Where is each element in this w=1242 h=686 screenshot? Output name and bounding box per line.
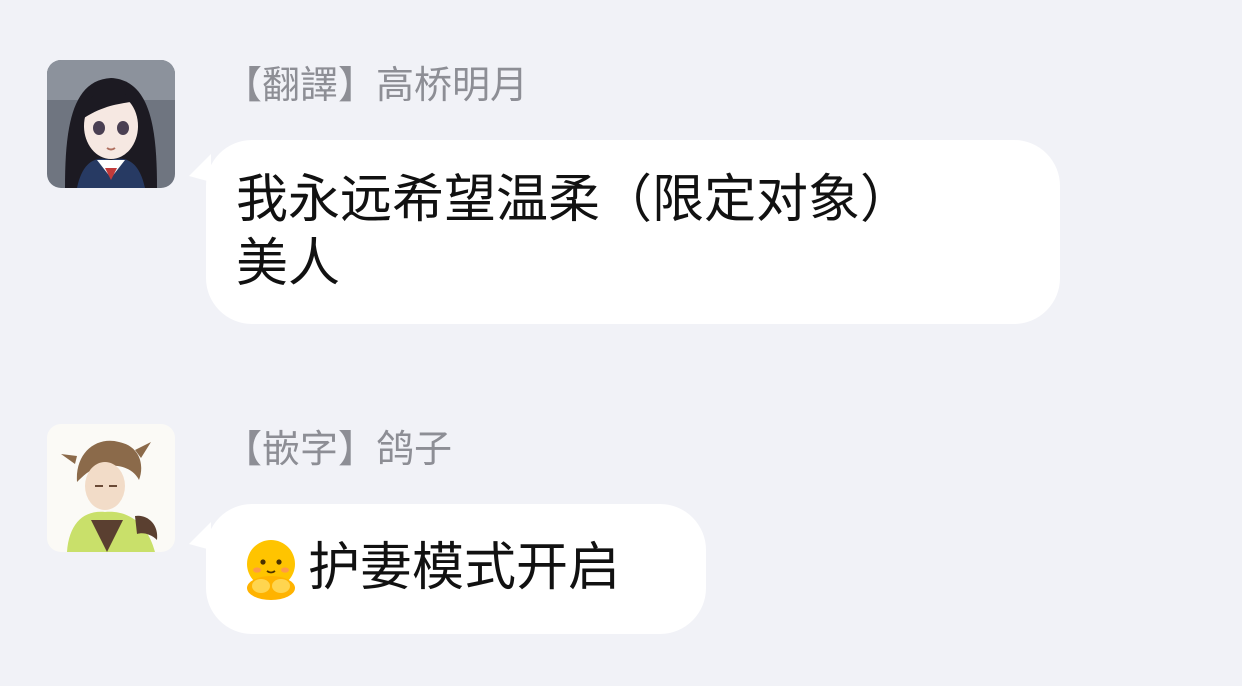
message-text: 护妻模式开启 [308, 538, 621, 598]
shy-emoji-icon [247, 540, 295, 600]
sender-name[interactable]: 鸽子 [376, 427, 452, 471]
role-tag: 【嵌字】 [224, 427, 377, 471]
message-bubble[interactable]: 我永远希望温柔（限定对象） 美人 [206, 140, 1060, 324]
sender-label: 【翻譯】高桥明月 [224, 66, 528, 104]
avatar[interactable] [47, 424, 175, 552]
anime-boy-avatar-icon [47, 424, 175, 552]
avatar[interactable] [47, 60, 175, 188]
role-tag: 【翻譯】 [224, 63, 377, 107]
message-text-line: 我永远希望温柔（限定对象） [236, 170, 913, 230]
sender-name[interactable]: 高桥明月 [376, 63, 528, 107]
chat-message: 【嵌字】鸽子 护妻模式开启 [0, 360, 1242, 686]
anime-girl-avatar-icon [47, 60, 175, 188]
sender-label: 【嵌字】鸽子 [224, 430, 452, 468]
message-text-line: 美人 [236, 234, 341, 294]
chat-message: 【翻譯】高桥明月 我永远希望温柔（限定对象） 美人 [0, 0, 1242, 360]
message-bubble[interactable]: 护妻模式开启 [206, 504, 706, 634]
